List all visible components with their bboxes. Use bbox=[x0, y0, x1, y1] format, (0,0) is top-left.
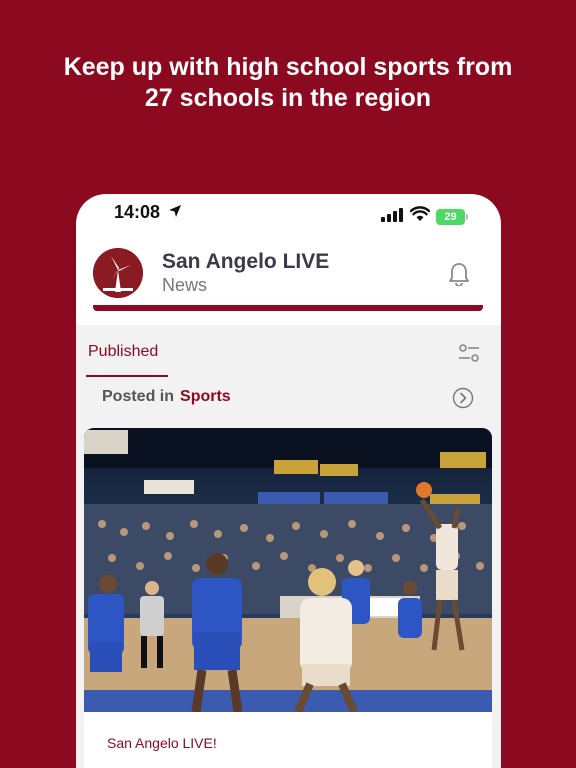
signal-icon bbox=[381, 208, 403, 222]
header-accent-bar bbox=[93, 305, 483, 311]
tab-underline bbox=[86, 375, 168, 377]
battery-icon: 29 bbox=[436, 209, 468, 225]
app-header: San Angelo LIVE News bbox=[76, 238, 501, 308]
app-title: San Angelo LIVE bbox=[162, 250, 330, 273]
battery-level: 29 bbox=[436, 209, 465, 225]
posted-in-category[interactable]: Sports bbox=[180, 388, 231, 405]
content-area: Published Posted in Sports San Angelo LI… bbox=[76, 325, 501, 768]
article-source: San Angelo LIVE! bbox=[107, 735, 217, 751]
posted-in-row[interactable]: Posted in Sports bbox=[102, 388, 231, 406]
logo-icon bbox=[93, 248, 143, 298]
status-time: 14:08 bbox=[114, 202, 161, 222]
basketball-game-photo[interactable] bbox=[84, 428, 492, 712]
headline: Keep up with high school sports from 27 … bbox=[0, 52, 576, 114]
phone-frame: 14:08 29 San Angelo LIVE News Published … bbox=[76, 194, 501, 768]
tab-published[interactable]: Published bbox=[88, 343, 158, 361]
headline-line-2: 27 schools in the region bbox=[144, 84, 432, 112]
chevron-right-circle-icon[interactable] bbox=[452, 387, 474, 409]
headline-line-1: Keep up with high school sports from bbox=[63, 53, 513, 81]
status-bar: 14:08 29 bbox=[76, 194, 501, 234]
filter-sliders-icon[interactable] bbox=[458, 342, 480, 364]
battery-cap bbox=[466, 214, 468, 220]
location-arrow-icon bbox=[169, 205, 181, 217]
article-card[interactable]: San Angelo LIVE! bbox=[84, 428, 492, 768]
app-subtitle: News bbox=[162, 275, 208, 295]
bell-icon[interactable] bbox=[448, 262, 470, 286]
posted-in-label: Posted in bbox=[102, 388, 175, 405]
wifi-icon bbox=[410, 206, 430, 221]
